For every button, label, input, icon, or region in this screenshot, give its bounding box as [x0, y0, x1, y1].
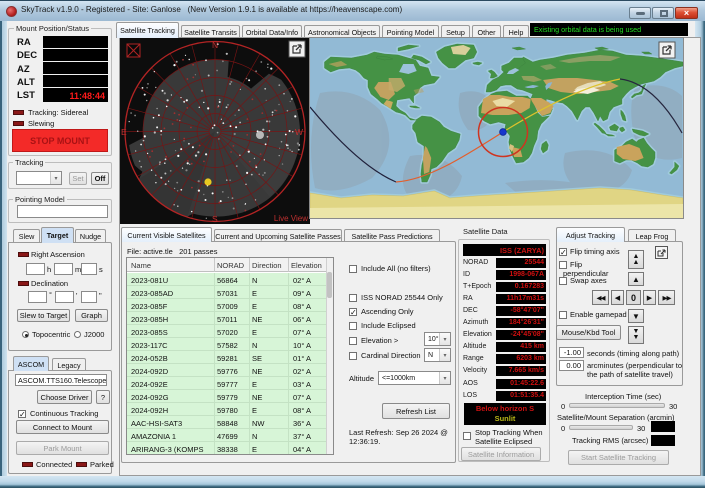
svg-text:S: S [212, 214, 218, 224]
svg-text:N: N [212, 40, 218, 50]
svg-text:Live View: Live View [274, 214, 308, 223]
svg-text:E: E [121, 127, 127, 137]
svg-text:W: W [295, 127, 303, 137]
